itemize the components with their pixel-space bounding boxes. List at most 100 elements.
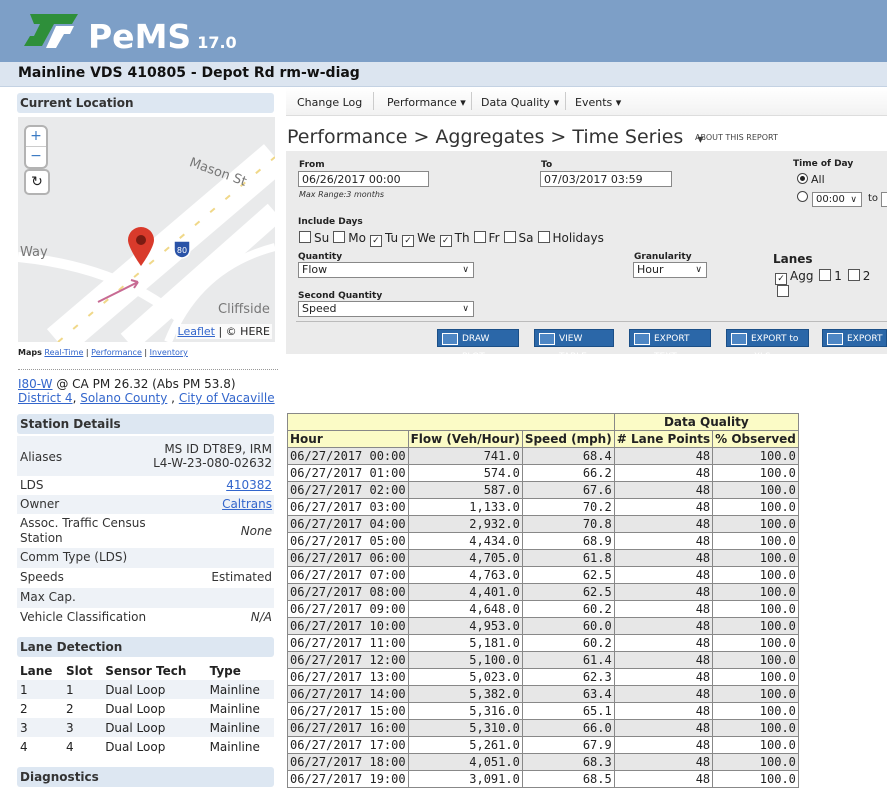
table-cell: 66.2 (521, 464, 615, 482)
table-cell: 48 (613, 566, 714, 584)
table-cell: 48 (613, 719, 714, 737)
checkbox-icon[interactable] (473, 231, 486, 243)
table-row: 06/27/2017 10:00 4,953.0 60.0 48 100.0 (287, 617, 799, 635)
table-cell: 62.5 (521, 583, 615, 601)
column-header[interactable]: Hour (287, 430, 409, 448)
lane-detection-table: Lane Slot Sensor Tech Type 1 1 Dual Loop Ma… (17, 661, 274, 756)
column-header[interactable]: % Observed (712, 430, 799, 448)
location-map[interactable]: + − ↻ Mason St Way Cliffside 80 Leaflet … (18, 117, 275, 342)
lane-3-checkbox[interactable] (777, 285, 789, 297)
leaflet-link[interactable]: Leaflet (178, 325, 215, 338)
tod-to-select[interactable] (881, 192, 887, 207)
export-more-button[interactable]: EXPORT to (822, 329, 887, 347)
table-group-header-row: Data Quality (287, 413, 799, 431)
zoom-out-button[interactable]: − (26, 147, 46, 166)
lane-agg-checkbox[interactable]: ✓ (775, 273, 787, 285)
day-checkbox-mo[interactable]: Mo (333, 231, 366, 245)
chevron-down-icon: ∨ (850, 195, 857, 205)
to-date-input[interactable]: 07/03/2017 03:59 (540, 171, 672, 187)
maps-link-performance[interactable]: Performance (91, 348, 142, 357)
column-header[interactable]: # Lane Points (613, 430, 714, 448)
lane-detection-header: Lane Detection (17, 637, 274, 657)
checkbox-icon[interactable] (537, 231, 550, 243)
tod-from-select[interactable]: 00:00 ∨ (812, 192, 862, 207)
table-cell: 100.0 (712, 532, 799, 550)
detail-value: MS ID DT8E9, IRM (164, 442, 272, 456)
table-cell: 100.0 (712, 736, 799, 754)
table-cell: 06/27/2017 11:00 (287, 634, 409, 652)
tod-all-radio[interactable]: All (797, 173, 825, 186)
app-logo-text[interactable]: PeMS 17.0 (88, 20, 237, 53)
tod-range-radio[interactable] (797, 191, 811, 204)
table-cell: 4,051.0 (407, 753, 523, 771)
radio-selected-icon[interactable] (797, 173, 808, 184)
checkbox-icon[interactable] (299, 231, 311, 243)
draw-plot-button[interactable]: DRAW PLOT (437, 329, 519, 362)
city-link[interactable]: City of Vacaville (179, 391, 275, 405)
day-checkbox-fr[interactable]: Fr (473, 231, 500, 245)
table-cell: 06/27/2017 03:00 (287, 498, 409, 516)
day-checkbox-holidays[interactable]: Holidays (537, 231, 604, 245)
zoom-in-button[interactable]: + (26, 127, 46, 147)
checkbox-icon[interactable] (503, 231, 516, 243)
day-checkbox-sa[interactable]: Sa (503, 231, 534, 245)
granularity-select[interactable]: Hour ∨ (633, 262, 707, 278)
export-text-button[interactable]: EXPORT TEXT (629, 329, 711, 362)
nav-performance-menu[interactable]: Performance ▾ (387, 96, 466, 109)
map-reset-button[interactable]: ↻ (24, 169, 50, 195)
table-cell: 48 (613, 583, 714, 601)
view-table-button[interactable]: VIEW TABLE (534, 329, 614, 362)
lane-agg-label: Agg (790, 269, 814, 283)
table-cell: 4 (20, 739, 28, 754)
nav-events-menu[interactable]: Events ▾ (575, 96, 621, 109)
about-report-link[interactable]: ABOUT THIS REPORT (695, 133, 778, 142)
table-cell: 1 (17, 680, 63, 699)
location-marker-icon[interactable] (126, 225, 156, 267)
table-cell: 06/27/2017 16:00 (287, 719, 409, 737)
table-cell: 4,763.0 (407, 566, 523, 584)
day-checkbox-tu[interactable]: ✓ Tu (369, 231, 398, 247)
column-header: Type (209, 663, 241, 678)
caltrans-logo-icon[interactable] (20, 10, 80, 50)
column-header[interactable]: Flow (Veh/Hour) (407, 430, 523, 448)
district-link[interactable]: District 4 (18, 391, 73, 405)
quantity-select[interactable]: Flow ∨ (298, 262, 474, 278)
detail-label: Station (20, 531, 63, 545)
county-link[interactable]: Solano County (80, 391, 167, 405)
table-cell: 68.4 (521, 447, 615, 465)
table-cell: Dual Loop (105, 739, 166, 754)
day-checkbox-th[interactable]: ✓ Th (439, 231, 470, 247)
lane-2-checkbox[interactable] (847, 269, 860, 281)
maps-link-inventory[interactable]: Inventory (150, 348, 188, 357)
table-cell: 65.1 (521, 702, 615, 720)
checkbox-checked-icon[interactable]: ✓ (402, 235, 415, 247)
nav-data-quality-menu[interactable]: Data Quality ▾ (481, 96, 559, 109)
checkbox-icon[interactable] (333, 231, 346, 243)
export-xls-button[interactable]: EXPORT to .XLS (726, 329, 809, 362)
table-row: 1 1 Dual Loop Mainline (17, 680, 274, 699)
table-cell: 100.0 (712, 600, 799, 618)
radio-unselected-icon[interactable] (797, 191, 808, 202)
day-checkbox-su[interactable]: Su (299, 231, 329, 245)
lane-1-checkbox[interactable] (819, 269, 832, 281)
table-cell: 48 (613, 651, 714, 669)
checkbox-checked-icon[interactable]: ✓ (369, 235, 382, 247)
nav-change-log[interactable]: Change Log (297, 96, 362, 109)
lanes-checkboxes: ✓ Agg 1 2 (775, 269, 887, 299)
from-date-input[interactable]: 06/26/2017 00:00 (298, 171, 429, 187)
day-checkbox-we[interactable]: ✓ We (402, 231, 436, 247)
column-header[interactable]: Speed (mph) (521, 430, 615, 448)
checkbox-checked-icon[interactable]: ✓ (439, 235, 452, 247)
owner-link[interactable]: Caltrans (222, 497, 272, 511)
table-cell: 3 (63, 718, 103, 737)
second-quantity-select[interactable]: Speed ∨ (298, 301, 474, 317)
table-header-row: Hour Flow (Veh/Hour) Speed (mph) # Lane … (287, 430, 799, 448)
freeway-link[interactable]: I80-W (18, 377, 53, 391)
interstate-shield-number: 80 (177, 246, 187, 255)
table-cell: Dual Loop (102, 680, 207, 699)
map-zoom-control[interactable]: + − (24, 125, 48, 169)
maps-link-realtime[interactable]: Real-Time (44, 348, 83, 357)
tod-to-label: to (868, 193, 879, 204)
day-label: Mo (348, 231, 366, 245)
lds-link[interactable]: 410382 (226, 478, 272, 492)
